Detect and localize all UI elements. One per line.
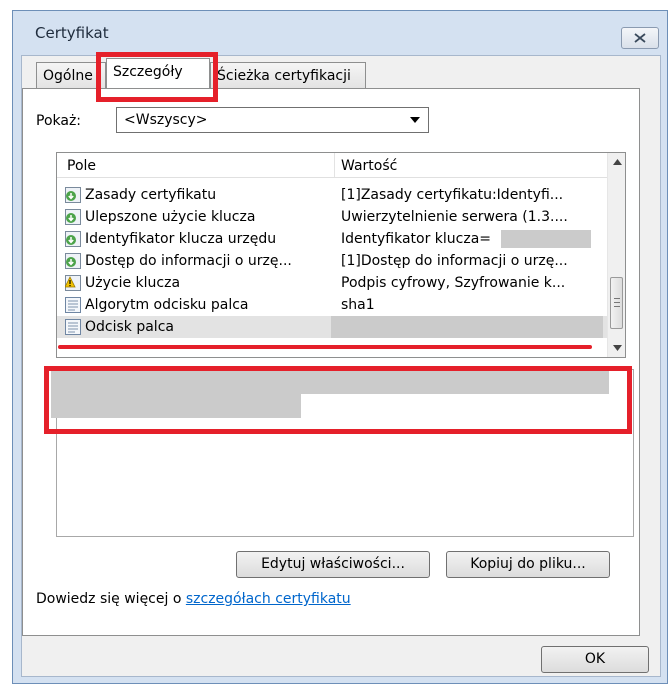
column-divider[interactable] xyxy=(334,153,335,177)
dropdown-arrow-icon xyxy=(410,117,420,123)
list-scrollbar[interactable] xyxy=(607,153,625,357)
row-value: Uwierzytelnienie serwera (1.3.... xyxy=(341,209,568,225)
row-field: Zasady certyfikatu xyxy=(85,187,217,203)
chevron-up-icon xyxy=(612,159,622,165)
title-bar[interactable]: Certyfikat xyxy=(13,11,667,55)
list-row[interactable]: Algorytm odcisku palca sha1 xyxy=(57,294,607,316)
property-icon xyxy=(65,319,81,335)
row-field: Ulepszone użycie klucza xyxy=(85,209,256,225)
ok-label: OK xyxy=(584,651,606,667)
chevron-down-icon xyxy=(612,345,622,351)
close-button[interactable] xyxy=(621,27,659,49)
extension-icon xyxy=(65,231,81,247)
list-row-selected[interactable]: Odcisk palca xyxy=(57,316,607,338)
row-value: [1]Dostęp do informacji o urzę... xyxy=(341,253,568,269)
tab-general-label: Ogólne xyxy=(43,68,93,84)
copy-to-file-label: Kopiuj do pliku... xyxy=(470,556,586,572)
show-label: Pokaż: xyxy=(36,113,82,129)
fields-list[interactable]: Pole Wartość Zasady certyfikatu [1]Zasad… xyxy=(56,152,626,358)
row-value: sha1 xyxy=(341,297,375,313)
list-header: Pole Wartość xyxy=(57,153,607,178)
column-header-field[interactable]: Pole xyxy=(67,158,96,174)
learn-more-line: Dowiedz się więcej o szczegółach certyfi… xyxy=(36,591,351,607)
row-field: Algorytm odcisku palca xyxy=(85,297,249,313)
scroll-up-button[interactable] xyxy=(608,153,625,171)
list-row[interactable]: Dostęp do informacji o urzę... [1]Dostęp… xyxy=(57,250,607,272)
highlight-underline xyxy=(58,345,592,349)
property-icon xyxy=(65,297,81,313)
list-row[interactable]: Użycie klucza Podpis cyfrowy, Szyfrowani… xyxy=(57,272,607,294)
window-title: Certyfikat xyxy=(35,24,109,42)
highlight-frame-detail xyxy=(44,366,632,434)
show-dropdown-value: <Wszyscy> xyxy=(124,112,208,128)
close-icon xyxy=(634,33,646,43)
row-field: Identyfikator klucza urzędu xyxy=(85,231,277,247)
list-row[interactable]: Zasady certyfikatu [1]Zasady certyfikatu… xyxy=(57,184,607,206)
column-header-value[interactable]: Wartość xyxy=(341,158,397,174)
extension-icon xyxy=(65,253,81,269)
list-row[interactable]: Ulepszone użycie klucza Uwierzytelnienie… xyxy=(57,206,607,228)
row-field: Dostęp do informacji o urzę... xyxy=(85,253,292,269)
copy-to-file-button[interactable]: Kopiuj do pliku... xyxy=(446,551,610,578)
row-field: Użycie klucza xyxy=(85,275,181,291)
ok-button[interactable]: OK xyxy=(541,646,649,673)
certificate-details-link[interactable]: szczegółach certyfikatu xyxy=(186,591,351,607)
redacted-value xyxy=(331,316,603,338)
scroll-down-button[interactable] xyxy=(608,339,625,357)
scroll-thumb[interactable] xyxy=(610,277,623,329)
row-value: Podpis cyfrowy, Szyfrowanie k... xyxy=(341,275,566,291)
show-dropdown[interactable]: <Wszyscy> xyxy=(116,107,429,133)
row-value: [1]Zasady certyfikatu:Identyfi... xyxy=(341,187,564,203)
extension-icon xyxy=(65,209,81,225)
learn-more-text: Dowiedz się więcej o xyxy=(36,591,186,607)
redacted-value xyxy=(501,230,591,248)
extension-icon xyxy=(65,187,81,203)
edit-properties-button[interactable]: Edytuj właściwości... xyxy=(236,551,430,578)
edit-properties-label: Edytuj właściwości... xyxy=(261,556,405,572)
row-field: Odcisk palca xyxy=(85,319,174,335)
highlight-frame-tab xyxy=(96,52,218,102)
tab-certification-path-label: Ścieżka certyfikacji xyxy=(217,68,351,84)
tab-certification-path[interactable]: Ścieżka certyfikacji xyxy=(210,62,366,88)
list-row[interactable]: Identyfikator klucza urzędu Identyfikato… xyxy=(57,228,607,250)
critical-extension-icon xyxy=(65,275,81,291)
